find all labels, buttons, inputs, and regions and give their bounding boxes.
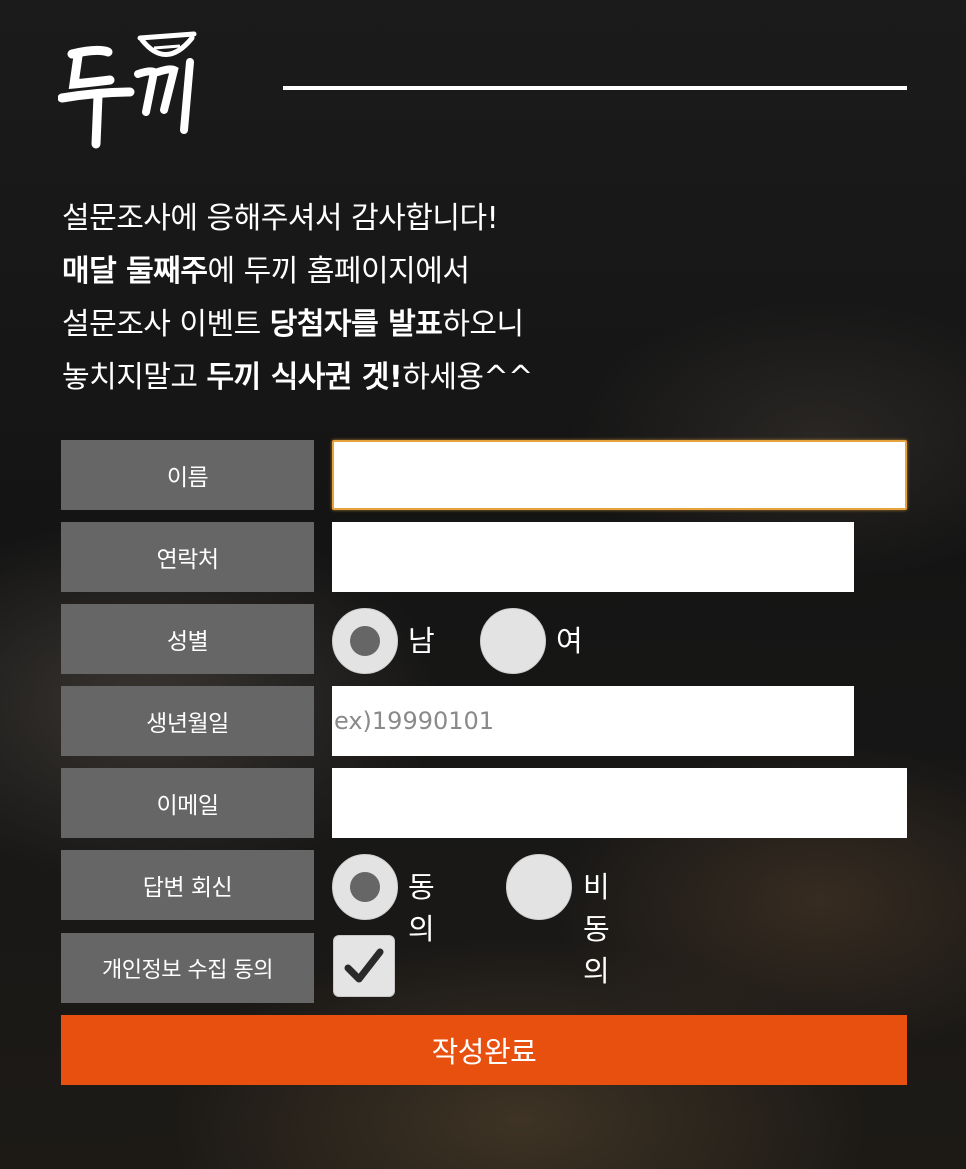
email-input[interactable] <box>332 768 907 838</box>
intro-message: 설문조사에 응해주셔서 감사합니다! 매달 둘째주에 두끼 홈페이지에서 설문조… <box>62 192 662 404</box>
email-row: 이메일 <box>61 768 907 838</box>
gender-label: 성별 <box>61 604 314 674</box>
survey-page: 설문조사에 응해주셔서 감사합니다! 매달 둘째주에 두끼 홈페이지에서 설문조… <box>0 0 966 1169</box>
birth-row: 생년월일 <box>61 686 907 756</box>
reply-row: 답변 회신 동의 비동의 <box>61 850 907 988</box>
contact-row: 연락처 <box>61 522 907 592</box>
intro-line-1: 설문조사에 응해주셔서 감사합니다! <box>62 201 499 236</box>
privacy-label: 개인정보 수집 동의 <box>61 933 314 1003</box>
contact-input[interactable] <box>332 522 854 592</box>
intro-emphasis: 매달 둘째주 <box>62 254 208 289</box>
brand-logo <box>57 26 218 156</box>
name-input[interactable] <box>332 440 907 510</box>
radio-selected-dot <box>350 626 380 656</box>
gender-female-label[interactable]: 여 <box>556 618 583 660</box>
gender-male-label[interactable]: 남 <box>408 618 435 660</box>
birthdate-input[interactable] <box>332 686 854 756</box>
brand-logo-mark <box>57 31 197 149</box>
header-divider <box>283 86 907 90</box>
birth-label: 생년월일 <box>61 686 314 756</box>
name-row: 이름 <box>61 440 907 510</box>
gender-female-radio[interactable] <box>480 608 546 674</box>
email-label: 이메일 <box>61 768 314 838</box>
privacy-row: 개인정보 수집 동의 <box>61 933 907 1003</box>
contact-label: 연락처 <box>61 522 314 592</box>
intro-line-3: 설문조사 이벤트 당첨자를 발표하오니 <box>62 307 524 342</box>
name-label: 이름 <box>61 440 314 510</box>
intro-line-4: 놓치지말고 두끼 식사권 겟!하세용^^ <box>62 360 533 395</box>
checkmark-icon <box>344 948 384 983</box>
reply-agree-radio[interactable] <box>332 854 398 920</box>
radio-selected-dot <box>350 872 380 902</box>
reply-label: 답변 회신 <box>61 850 314 920</box>
gender-row: 성별 남 여 <box>61 604 907 674</box>
intro-emphasis: 두끼 식사권 겟! <box>206 360 403 395</box>
intro-emphasis: 당첨자를 발표 <box>269 307 443 342</box>
reply-disagree-radio[interactable] <box>506 854 572 920</box>
intro-line-2: 매달 둘째주에 두끼 홈페이지에서 <box>62 254 470 289</box>
gender-male-radio[interactable] <box>332 608 398 674</box>
submit-button[interactable]: 작성완료 <box>61 1015 907 1085</box>
privacy-consent-checkbox[interactable] <box>333 935 395 997</box>
